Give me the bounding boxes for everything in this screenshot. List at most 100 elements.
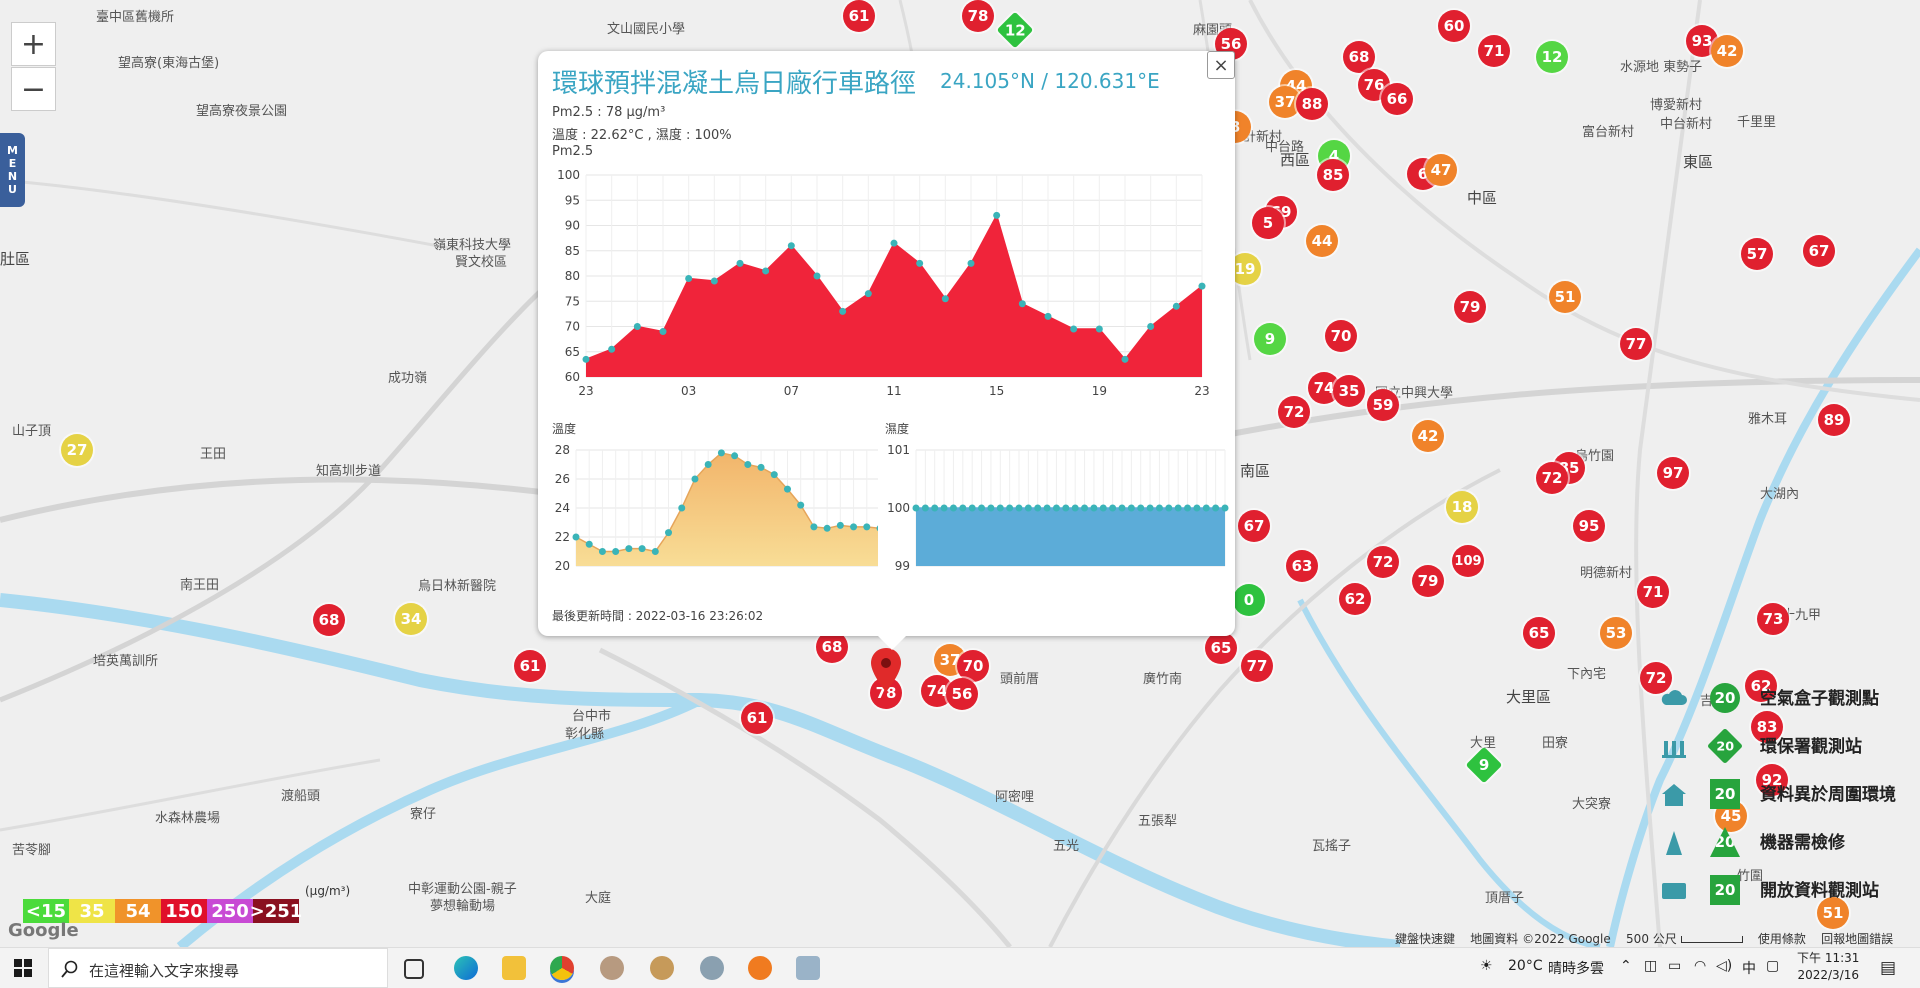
y-tick-label: 70: [565, 320, 580, 334]
app-icon[interactable]: [700, 956, 724, 980]
sensor-marker[interactable]: 67: [1803, 235, 1835, 267]
sensor-marker[interactable]: 47: [1425, 154, 1457, 186]
sensor-marker[interactable]: 61: [741, 702, 773, 734]
sensor-marker[interactable]: 5: [1252, 207, 1284, 239]
weather-icon[interactable]: ☀: [1480, 958, 1493, 974]
sensor-marker[interactable]: 66: [1381, 83, 1413, 115]
data-point: [608, 345, 616, 353]
sensor-marker[interactable]: 59: [1367, 389, 1399, 421]
data-point: [1146, 504, 1154, 512]
sensor-marker-value: 56: [951, 685, 973, 703]
sensor-marker-value: 66: [1386, 90, 1408, 108]
clock[interactable]: 下午 11:31 2022/3/16: [1797, 950, 1859, 984]
sensor-marker[interactable]: 57: [1741, 238, 1773, 270]
y-tick-label: 101: [887, 443, 910, 457]
sensor-marker[interactable]: 62: [1339, 583, 1371, 615]
sensor-marker[interactable]: 51: [1549, 281, 1581, 313]
map-view[interactable]: 臺中區舊機所 文山國民小學 麻園頭 望高寮(東海古堡) 望高寮夜景公園 西區 中區 東區 水源地…: [0, 0, 1920, 947]
sensor-marker[interactable]: 85: [1317, 159, 1349, 191]
chrome-icon[interactable]: [550, 956, 574, 980]
y-tick-label: 100: [557, 168, 580, 182]
edge-icon[interactable]: [454, 956, 478, 980]
sensor-marker[interactable]: 95: [1573, 510, 1605, 542]
zoom-out-button[interactable]: −: [11, 67, 56, 111]
app-icon[interactable]: [600, 956, 624, 980]
app-icon[interactable]: [650, 956, 674, 980]
sensor-marker[interactable]: 72: [1278, 396, 1310, 428]
sensor-marker[interactable]: 70: [1325, 320, 1357, 352]
wifi-icon[interactable]: ◠: [1694, 958, 1706, 974]
input-mode-icon[interactable]: ▢: [1766, 958, 1779, 974]
sensor-marker[interactable]: 77: [1620, 328, 1652, 360]
x-tick-label: 23: [1194, 384, 1209, 398]
keyboard-shortcuts-link[interactable]: 鍵盤快速鍵: [1395, 932, 1455, 946]
battery-icon[interactable]: ▭: [1668, 958, 1681, 974]
taskbar-search-box[interactable]: 在這裡輸入文字來搜尋: [48, 948, 388, 988]
report-error-link[interactable]: 回報地圖錯誤: [1821, 932, 1893, 946]
popup-close-button[interactable]: ×: [1207, 51, 1235, 79]
zoom-in-button[interactable]: +: [11, 22, 56, 66]
file-explorer-icon[interactable]: [502, 956, 526, 980]
sensor-marker[interactable]: 65: [1523, 617, 1555, 649]
sensor-marker[interactable]: 34: [395, 603, 427, 635]
sensor-marker[interactable]: 56: [946, 678, 978, 710]
network-icon[interactable]: ◫: [1644, 958, 1657, 974]
place-label: 博愛新村: [1650, 98, 1703, 113]
weather-text[interactable]: 晴時多雲: [1548, 958, 1604, 978]
sensor-marker[interactable]: 97: [1657, 457, 1689, 489]
sensor-marker[interactable]: 73: [1757, 603, 1789, 635]
sensor-marker[interactable]: 68: [1343, 41, 1375, 73]
legend-label: 環保署觀測站: [1760, 737, 1862, 757]
sensor-marker[interactable]: 71: [1478, 35, 1510, 67]
menu-tab[interactable]: M E N U: [0, 133, 25, 207]
task-view-icon[interactable]: [404, 959, 424, 979]
sensor-marker[interactable]: 61: [843, 0, 875, 32]
sensor-marker[interactable]: 67: [1238, 510, 1270, 542]
sensor-marker[interactable]: 79: [1454, 291, 1486, 323]
sensor-marker[interactable]: 53: [1600, 617, 1632, 649]
sensor-marker[interactable]: 65: [1205, 632, 1237, 664]
notification-icon[interactable]: ▤: [1880, 958, 1896, 978]
sensor-marker[interactable]: 9: [1254, 323, 1286, 355]
sensor-marker[interactable]: 79: [1412, 565, 1444, 597]
chevron-up-icon[interactable]: ⌃: [1620, 958, 1632, 974]
sensor-marker[interactable]: 77: [1241, 650, 1273, 682]
sensor-marker[interactable]: 89: [1818, 404, 1850, 436]
weather-temp[interactable]: 20°C: [1508, 958, 1543, 974]
app-icon[interactable]: [796, 956, 820, 980]
sensor-marker[interactable]: 71: [1637, 576, 1669, 608]
sensor-marker[interactable]: 35: [1333, 375, 1365, 407]
data-point: [1052, 504, 1060, 512]
sensor-marker[interactable]: 12: [1536, 41, 1568, 73]
windows-taskbar: 在這裡輸入文字來搜尋 ☀ 20°C 晴時多雲 ⌃ ◫ ▭ ◠ ◁) 中 ▢ 下午…: [0, 947, 1920, 988]
sensor-marker-value: 27: [66, 441, 88, 459]
station-info-popup: × 環球預拌混凝土烏日廠行車路徑 24.105°N / 120.631°E Pm…: [538, 51, 1235, 650]
sensor-marker[interactable]: 42: [1412, 420, 1444, 452]
sensor-marker[interactable]: 72: [1536, 462, 1568, 494]
sensor-marker[interactable]: 42: [1711, 35, 1743, 67]
y-tick-label: 24: [555, 501, 570, 515]
clock-date: 2022/3/16: [1797, 968, 1859, 982]
sensor-marker[interactable]: 88: [1296, 88, 1328, 120]
terms-link[interactable]: 使用條款: [1758, 932, 1806, 946]
blender-icon[interactable]: [748, 956, 772, 980]
sensor-marker[interactable]: 44: [1306, 225, 1338, 257]
location-pin-icon[interactable]: [870, 648, 902, 694]
volume-icon[interactable]: ◁): [1716, 958, 1732, 974]
sensor-marker[interactable]: 78: [962, 0, 994, 32]
sensor-marker[interactable]: 0: [1233, 584, 1265, 616]
ime-indicator[interactable]: 中: [1742, 958, 1756, 978]
sensor-marker[interactable]: 60: [1438, 10, 1470, 42]
sensor-marker[interactable]: 18: [1446, 491, 1478, 523]
search-placeholder: 在這裡輸入文字來搜尋: [89, 962, 240, 980]
sensor-marker[interactable]: 109: [1452, 545, 1484, 577]
sensor-marker[interactable]: 72: [1367, 546, 1399, 578]
sensor-marker[interactable]: 27: [61, 434, 93, 466]
data-point: [959, 504, 967, 512]
data-point: [823, 524, 831, 532]
sensor-marker[interactable]: 63: [1286, 550, 1318, 582]
windows-start-icon[interactable]: [14, 959, 32, 977]
scale-bar-label[interactable]: 500 公尺: [1626, 932, 1677, 946]
sensor-marker[interactable]: 68: [313, 604, 345, 636]
sensor-marker[interactable]: 61: [514, 650, 546, 682]
